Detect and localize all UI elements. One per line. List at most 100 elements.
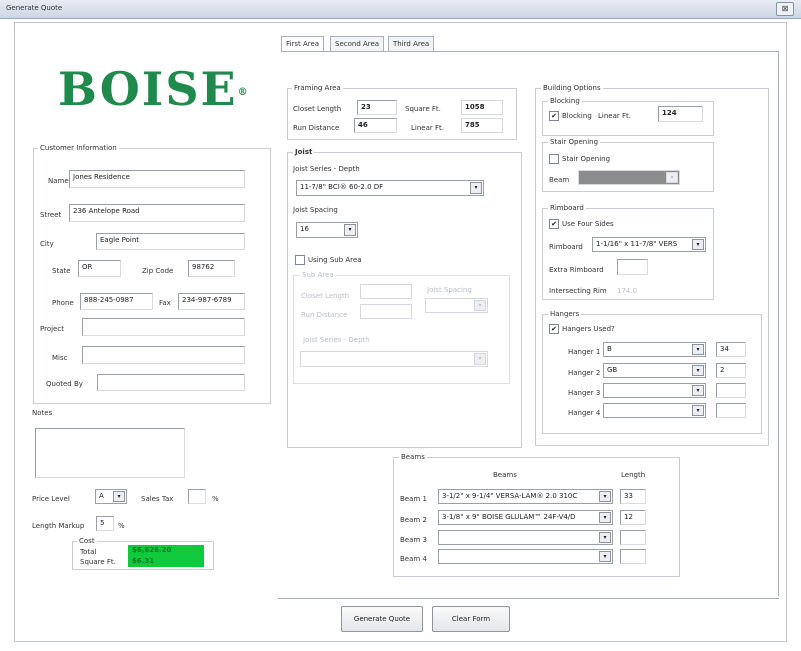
chevron-down-icon[interactable]: ▾ xyxy=(666,172,678,183)
price-level-select[interactable]: A ▾ xyxy=(95,489,127,504)
beam-1-select[interactable]: 3-1/2" x 9-1/4" VERSA-LAM® 2.0 310C ▾ xyxy=(438,489,613,504)
quoted-by-field[interactable] xyxy=(97,374,245,391)
window-title: Generate Quote xyxy=(6,4,63,12)
length-col-header: Length xyxy=(621,471,646,479)
sales-tax-pct: % xyxy=(212,495,219,503)
sub-run-field[interactable] xyxy=(360,304,412,319)
blocking-linft-field[interactable]: 124 xyxy=(658,106,703,122)
closet-length-label: Closet Length xyxy=(293,105,342,113)
hanger-4-label: Hanger 4 xyxy=(568,409,601,417)
chevron-down-icon[interactable]: ▾ xyxy=(692,385,704,396)
hanger-2-select[interactable]: GB ▾ xyxy=(603,363,706,378)
tab-first-area[interactable]: First Area xyxy=(281,36,325,52)
hanger-1-label: Hanger 1 xyxy=(568,348,601,356)
closet-length-field[interactable]: 23 xyxy=(357,100,397,115)
zip-label: Zip Code xyxy=(142,267,174,275)
chevron-down-icon[interactable]: ▾ xyxy=(599,491,611,502)
sub-series-select[interactable]: ▾ xyxy=(300,351,488,367)
markup-label: Length Markup xyxy=(32,522,85,530)
sub-closet-field[interactable] xyxy=(360,284,412,299)
street-field[interactable]: 236 Antelope Road xyxy=(69,204,245,222)
blocking-checkbox[interactable]: ✔ xyxy=(549,111,559,121)
stair-opening-checkbox[interactable] xyxy=(549,154,559,164)
hanger-3-select[interactable]: ▾ xyxy=(603,383,706,398)
hanger-4-qty[interactable] xyxy=(716,403,746,418)
fax-field[interactable]: 234-987-6789 xyxy=(178,293,245,310)
beam-3-length[interactable] xyxy=(620,530,646,545)
chevron-down-icon[interactable]: ▾ xyxy=(599,551,611,562)
notes-field[interactable] xyxy=(35,428,185,478)
tab-panel-bottom xyxy=(278,598,779,599)
sub-area-title: Sub Area xyxy=(300,271,336,279)
customer-info-title: Customer Information xyxy=(38,144,119,152)
price-level-label: Price Level xyxy=(32,495,70,503)
sub-closet-label: Closet Length xyxy=(301,292,350,300)
phone-field[interactable]: 888-245-0987 xyxy=(80,293,153,310)
chevron-down-icon[interactable]: ▾ xyxy=(470,182,482,194)
chevron-down-icon[interactable]: ▾ xyxy=(344,224,356,236)
joist-series-select[interactable]: 11-7/8" BCI® 60-2.0 DF ▾ xyxy=(296,180,484,196)
chevron-down-icon[interactable]: ▾ xyxy=(113,491,125,502)
blocking-title: Blocking xyxy=(548,97,582,105)
beam-2-length[interactable]: 12 xyxy=(620,510,646,525)
hanger-1-qty[interactable]: 34 xyxy=(716,342,746,357)
clear-form-button[interactable]: Clear Form xyxy=(432,606,510,632)
tab-strip-line xyxy=(281,51,779,52)
project-field[interactable] xyxy=(82,318,245,336)
blocking-check-label: Blocking xyxy=(562,112,592,120)
beams-title: Beams xyxy=(399,453,427,461)
chevron-down-icon[interactable]: ▾ xyxy=(599,532,611,543)
chevron-down-icon[interactable]: ▾ xyxy=(692,405,704,416)
misc-field[interactable] xyxy=(82,346,245,364)
city-label: City xyxy=(40,240,54,248)
hangers-used-checkbox[interactable]: ✔ xyxy=(549,324,559,334)
tab-panel-edge xyxy=(778,51,779,596)
beam-4-select[interactable]: ▾ xyxy=(438,549,613,564)
markup-field[interactable]: 5 xyxy=(96,516,114,531)
beam-2-select[interactable]: 3-1/8" x 9" BOISE GLULAM™ 24F-V4/D ▾ xyxy=(438,510,613,525)
boise-logo: BOISE® xyxy=(58,62,250,116)
sub-spacing-select[interactable]: ▾ xyxy=(425,298,488,313)
hanger-2-qty[interactable]: 2 xyxy=(716,363,746,378)
chevron-down-icon[interactable]: ▾ xyxy=(474,353,486,365)
sales-tax-label: Sales Tax xyxy=(141,495,174,503)
tab-second-area[interactable]: Second Area xyxy=(330,36,385,51)
beam-2-label: Beam 2 xyxy=(400,516,427,524)
hanger-3-qty[interactable] xyxy=(716,383,746,398)
hanger-4-select[interactable]: ▾ xyxy=(603,403,706,418)
hanger-1-select[interactable]: B ▾ xyxy=(603,342,706,357)
joist-spacing-select[interactable]: 16 ▾ xyxy=(296,222,358,238)
sales-tax-field[interactable] xyxy=(188,489,206,504)
joist-series-label: Joist Series - Depth xyxy=(293,165,360,173)
close-icon[interactable]: ⊠ xyxy=(776,2,794,16)
beam-1-length[interactable]: 33 xyxy=(620,489,646,504)
city-field[interactable]: Eagle Point xyxy=(96,233,245,250)
chevron-down-icon[interactable]: ▾ xyxy=(599,512,611,523)
using-sub-area-checkbox[interactable] xyxy=(295,255,305,265)
beam-4-length[interactable] xyxy=(620,549,646,564)
stair-beam-select[interactable]: ▾ xyxy=(578,170,680,185)
generate-quote-button[interactable]: Generate Quote xyxy=(341,606,423,632)
framing-sqft-label: Square Ft. xyxy=(405,105,441,113)
use-four-sides-checkbox[interactable]: ✔ xyxy=(549,219,559,229)
cost-sqft-value: $6.31 xyxy=(128,556,204,567)
run-distance-field[interactable]: 46 xyxy=(354,118,397,133)
beam-3-select[interactable]: ▾ xyxy=(438,530,613,545)
hanger-2-label: Hanger 2 xyxy=(568,369,601,377)
extra-rimboard-field[interactable] xyxy=(617,259,648,275)
hangers-title: Hangers xyxy=(548,310,582,318)
name-field[interactable]: Jones Residence xyxy=(69,170,245,188)
joist-title: Joist xyxy=(293,148,315,156)
tab-third-area[interactable]: Third Area xyxy=(388,36,435,51)
beam-4-label: Beam 4 xyxy=(400,555,427,563)
rimboard-select[interactable]: 1-1/16" x 11-7/8" VERS ▾ xyxy=(592,237,706,252)
state-field[interactable]: OR xyxy=(78,260,121,277)
chevron-down-icon[interactable]: ▾ xyxy=(692,365,704,376)
extra-rimboard-label: Extra Rimboard xyxy=(549,266,604,274)
chevron-down-icon[interactable]: ▾ xyxy=(692,239,704,250)
chevron-down-icon[interactable]: ▾ xyxy=(692,344,704,355)
chevron-down-icon[interactable]: ▾ xyxy=(474,300,486,311)
zip-field[interactable]: 98762 xyxy=(188,260,235,277)
building-options-title: Building Options xyxy=(541,84,603,92)
beams-col-header: Beams xyxy=(493,471,517,479)
